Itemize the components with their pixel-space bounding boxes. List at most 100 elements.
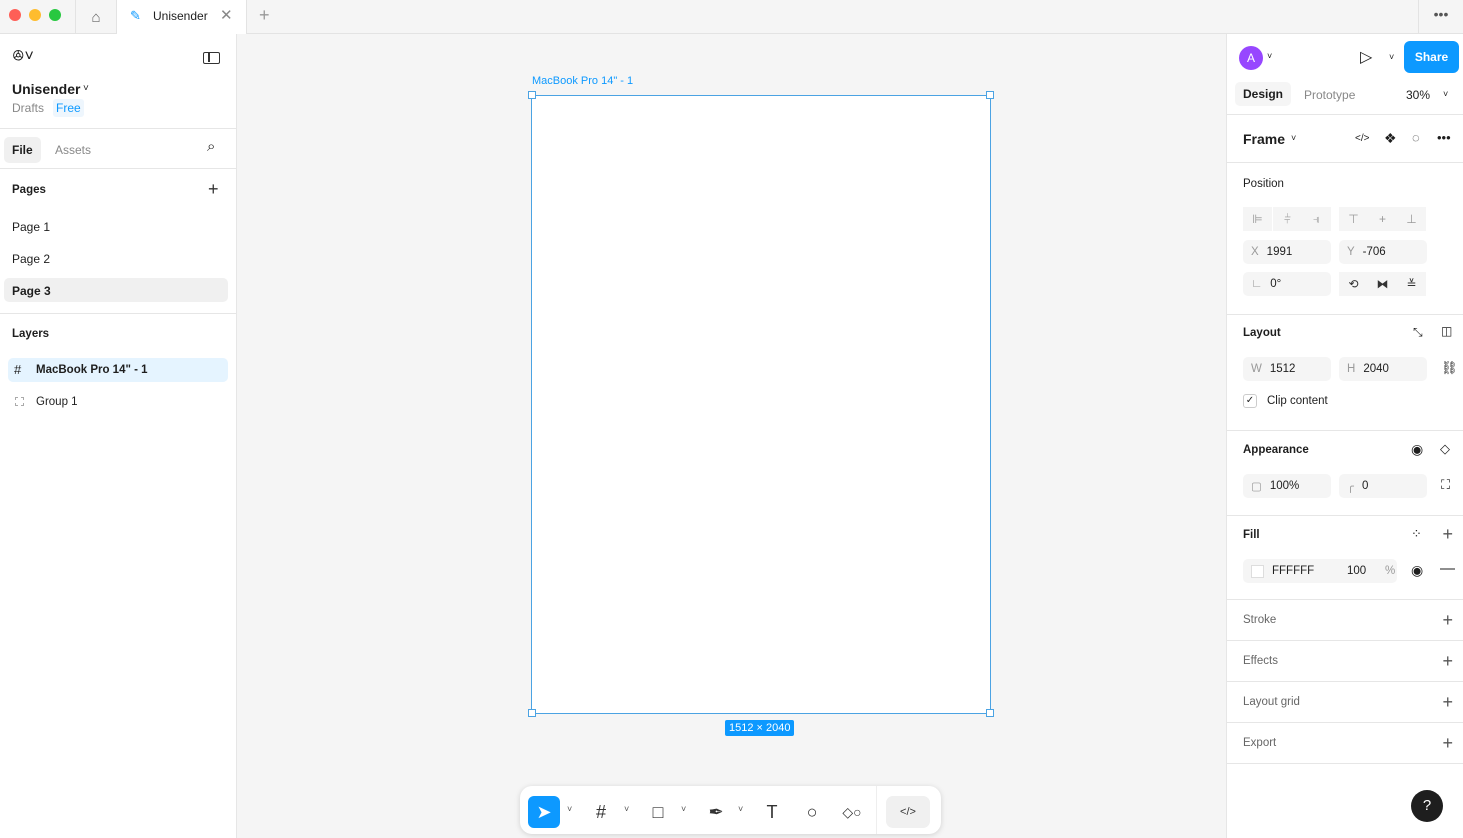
chevron-down-icon[interactable]: ˅ bbox=[624, 804, 629, 814]
home-icon[interactable]: ⌂ bbox=[75, 0, 116, 34]
width-input[interactable]: W 1512 bbox=[1243, 357, 1331, 381]
flip-horizontal-icon[interactable]: ⧓ bbox=[1368, 272, 1397, 296]
chevron-down-icon[interactable]: ˅ bbox=[1443, 89, 1448, 99]
frame-icon: # bbox=[14, 362, 22, 377]
actions-tool-icon[interactable]: ◇○ bbox=[836, 796, 868, 828]
chevron-down-icon[interactable]: ˅ bbox=[83, 83, 89, 94]
layer-item-frame[interactable]: # MacBook Pro 14" - 1 bbox=[8, 358, 228, 382]
x-value: 1991 bbox=[1266, 246, 1293, 258]
sidebar-toggle-icon[interactable] bbox=[203, 52, 220, 64]
move-tool-icon[interactable]: ➤ bbox=[528, 796, 560, 828]
page-item[interactable]: Page 2 bbox=[12, 252, 50, 266]
close-tab-icon[interactable]: ✕ bbox=[220, 6, 233, 24]
tab-design[interactable]: Design bbox=[1235, 82, 1292, 106]
search-icon[interactable]: ⌕ bbox=[207, 138, 215, 155]
align-top-icon[interactable]: ⊤ bbox=[1339, 207, 1368, 231]
page-item-selected[interactable]: Page 3 bbox=[4, 278, 228, 302]
constrain-proportions-icon[interactable]: ⛓ bbox=[1441, 360, 1458, 376]
opacity-input[interactable]: ▢ 100% bbox=[1243, 474, 1331, 498]
collapse-icon[interactable]: ⤡ bbox=[1413, 325, 1423, 340]
add-layout-grid-icon[interactable]: + bbox=[1442, 693, 1453, 711]
h-label: H bbox=[1347, 363, 1356, 375]
rotation-icon: ∟ bbox=[1251, 278, 1263, 290]
new-tab-icon[interactable]: + bbox=[259, 5, 270, 26]
auto-layout-icon[interactable]: ◫ bbox=[1441, 324, 1452, 338]
rotation-input[interactable]: ∟ 0° bbox=[1243, 272, 1331, 296]
help-icon[interactable]: ? bbox=[1411, 790, 1443, 822]
chevron-down-icon[interactable]: ˅ bbox=[738, 804, 743, 814]
tab-file[interactable]: File bbox=[4, 137, 41, 163]
minimize-window-button[interactable] bbox=[29, 9, 41, 21]
left-panel: ꔮ˅ Unisender ˅ Drafts Free File Assets ⌕… bbox=[0, 34, 237, 838]
share-button[interactable]: Share bbox=[1404, 41, 1459, 73]
align-center-h-icon[interactable]: ⫩ bbox=[1273, 207, 1302, 231]
height-input[interactable]: H 2040 bbox=[1339, 357, 1427, 381]
align-right-icon[interactable]: ⫣ bbox=[1302, 207, 1331, 231]
frame-label[interactable]: MacBook Pro 14" - 1 bbox=[532, 75, 633, 87]
fill-input[interactable]: FFFFFF 100 % bbox=[1243, 559, 1397, 583]
pen-tool-icon[interactable]: ✒ bbox=[700, 796, 732, 828]
add-effect-icon[interactable]: + bbox=[1442, 652, 1453, 670]
text-tool-icon[interactable]: T bbox=[756, 796, 788, 828]
tab-prototype[interactable]: Prototype bbox=[1304, 88, 1355, 102]
present-icon[interactable]: ▷ bbox=[1360, 47, 1372, 67]
mask-icon[interactable]: ◌ bbox=[1412, 130, 1420, 145]
resize-handle[interactable] bbox=[528, 91, 536, 99]
rectangle-tool-icon[interactable]: □ bbox=[642, 796, 674, 828]
align-bottom-icon[interactable]: ⊥ bbox=[1397, 207, 1426, 231]
remove-fill-icon[interactable]: — bbox=[1440, 560, 1455, 577]
y-input[interactable]: Y -706 bbox=[1339, 240, 1427, 264]
independent-corners-icon[interactable]: ⛶ bbox=[1441, 477, 1450, 493]
code-icon[interactable]: </> bbox=[1355, 133, 1369, 144]
resize-handle[interactable] bbox=[528, 709, 536, 717]
chevron-down-icon[interactable]: ˅ bbox=[1291, 133, 1296, 143]
resize-handle[interactable] bbox=[986, 709, 994, 717]
rotate-icon[interactable]: ⟲ bbox=[1339, 272, 1368, 296]
effects-heading: Effects bbox=[1243, 655, 1278, 667]
add-fill-icon[interactable]: + bbox=[1442, 525, 1453, 543]
x-input[interactable]: X 1991 bbox=[1243, 240, 1331, 264]
tab-assets[interactable]: Assets bbox=[55, 143, 91, 157]
eye-icon[interactable]: ◉ bbox=[1411, 441, 1423, 458]
close-window-button[interactable] bbox=[9, 9, 21, 21]
fill-swatch[interactable] bbox=[1251, 564, 1264, 578]
maximize-window-button[interactable] bbox=[49, 9, 61, 21]
page-item[interactable]: Page 1 bbox=[12, 220, 50, 234]
align-middle-v-icon[interactable]: + bbox=[1368, 207, 1397, 231]
y-value: -706 bbox=[1362, 246, 1386, 258]
tab-unisender[interactable]: ✎ Unisender ✕ bbox=[116, 0, 247, 34]
frame-tool-icon[interactable]: # bbox=[585, 796, 617, 828]
chevron-down-icon[interactable]: ˅ bbox=[681, 804, 686, 814]
dev-mode-toggle[interactable]: </> bbox=[886, 796, 930, 828]
chevron-down-icon[interactable]: ˅ bbox=[567, 804, 572, 814]
clip-content-checkbox[interactable]: ✓ bbox=[1243, 394, 1257, 408]
blend-mode-icon[interactable]: ◇ bbox=[1440, 441, 1450, 457]
fill-unit: % bbox=[1385, 565, 1396, 577]
comment-tool-icon[interactable]: ○ bbox=[796, 796, 828, 828]
resize-handle[interactable] bbox=[986, 91, 994, 99]
more-icon[interactable]: ••• bbox=[1418, 0, 1463, 34]
layer-type-dropdown[interactable]: Frame bbox=[1243, 131, 1285, 147]
file-name[interactable]: Unisender bbox=[12, 81, 80, 97]
eye-icon[interactable]: ◉ bbox=[1411, 562, 1423, 579]
plan-badge: Free bbox=[53, 99, 84, 117]
right-panel: A ˅ ▷ ˅ Share Design Prototype 30% ˅ Fra… bbox=[1226, 34, 1463, 838]
zoom-level[interactable]: 30% bbox=[1406, 88, 1430, 102]
chevron-down-icon[interactable]: ˅ bbox=[1389, 52, 1394, 62]
stroke-heading: Stroke bbox=[1243, 614, 1277, 626]
add-stroke-icon[interactable]: + bbox=[1442, 611, 1453, 629]
flip-vertical-icon[interactable]: ≚ bbox=[1397, 272, 1426, 296]
chevron-down-icon[interactable]: ˅ bbox=[1267, 51, 1272, 61]
corner-radius-input[interactable]: ╭ 0 bbox=[1339, 474, 1427, 498]
component-icon[interactable]: ❖ bbox=[1384, 130, 1397, 147]
layer-item-group[interactable]: Group 1 bbox=[8, 390, 228, 414]
align-left-icon[interactable]: ⊫ bbox=[1243, 207, 1272, 231]
more-icon[interactable]: ••• bbox=[1437, 130, 1451, 145]
avatar[interactable]: A bbox=[1239, 46, 1263, 70]
drafts-link[interactable]: Drafts bbox=[12, 101, 44, 115]
add-export-icon[interactable]: + bbox=[1442, 734, 1453, 752]
figma-menu-icon[interactable]: ꔮ˅ bbox=[12, 48, 34, 66]
add-page-icon[interactable]: + bbox=[208, 179, 219, 200]
styles-icon[interactable]: ⁘ bbox=[1411, 526, 1422, 542]
canvas-frame[interactable] bbox=[531, 95, 991, 714]
